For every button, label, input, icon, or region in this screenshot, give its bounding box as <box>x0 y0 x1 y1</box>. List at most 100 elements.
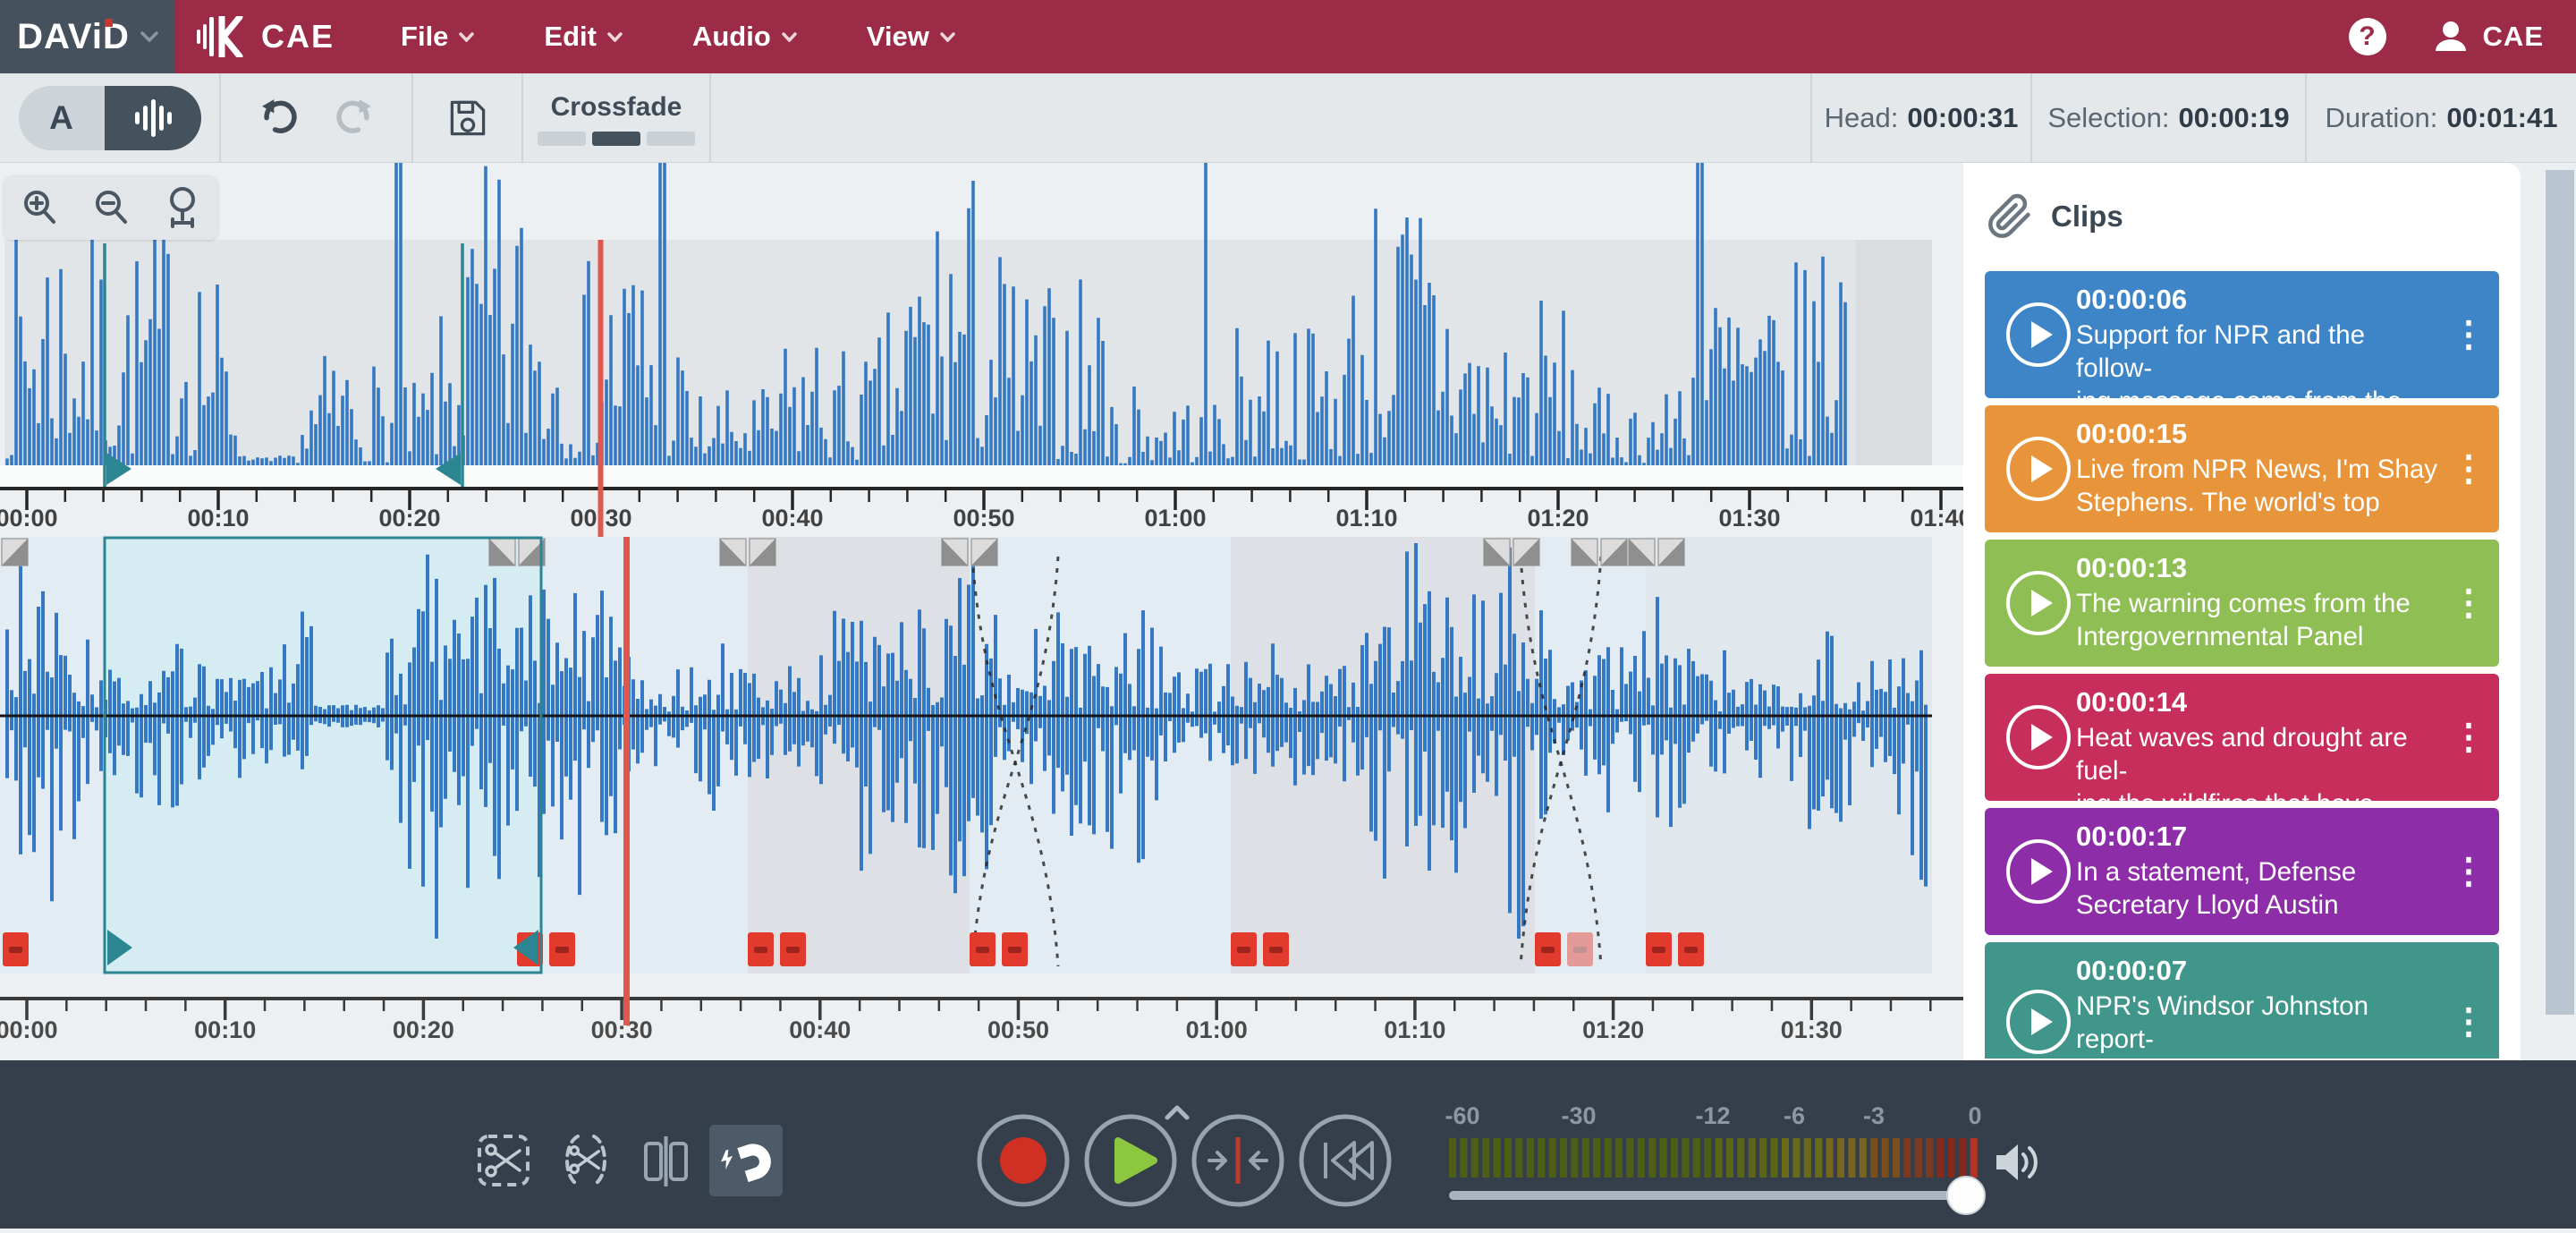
clip-card-4[interactable]: 00:00:14 Heat waves and drought are fuel… <box>1985 674 2499 801</box>
clip-play-button[interactable] <box>2006 990 2071 1054</box>
main-menus: File Edit Audio View <box>401 21 955 53</box>
snap-magnet-button[interactable] <box>709 1125 783 1196</box>
redo-icon <box>333 98 372 138</box>
menu-edit[interactable]: Edit <box>544 21 623 53</box>
undo-icon <box>261 98 301 138</box>
menu-file-label: File <box>401 21 448 53</box>
meter-segment <box>1638 1138 1645 1178</box>
clip-region[interactable] <box>970 537 1231 974</box>
meter-segment <box>1471 1138 1479 1178</box>
edit-marker[interactable] <box>1646 932 1672 966</box>
fade-handle-pair[interactable] <box>0 539 28 565</box>
overview-playhead[interactable] <box>598 240 604 537</box>
clip-region[interactable] <box>1535 537 1646 974</box>
text-mode-button[interactable]: A <box>19 86 105 150</box>
play-button[interactable] <box>1087 1108 1187 1204</box>
play-options-caret[interactable] <box>1167 1108 1187 1118</box>
meter-segment <box>1560 1138 1567 1178</box>
clip-menu-button[interactable]: ⋮ <box>2451 317 2487 353</box>
record-button[interactable] <box>979 1117 1067 1204</box>
clip-duration: 00:00:06 <box>2076 284 2445 316</box>
clip-menu-button[interactable]: ⋮ <box>2451 585 2487 621</box>
clip-card-3[interactable]: 00:00:13 The warning comes from the Inte… <box>1985 540 2499 667</box>
save-button[interactable] <box>448 98 487 138</box>
crossfade-seg-mid[interactable] <box>592 132 640 146</box>
duration-label: Duration: <box>2326 102 2438 134</box>
overview-ruler-label: 01:00 <box>1144 505 1206 531</box>
help-icon[interactable]: ? <box>2349 18 2386 55</box>
menu-edit-label: Edit <box>544 21 597 53</box>
crossfade-seg-high[interactable] <box>647 132 695 146</box>
clip-card-5[interactable]: 00:00:17 In a statement, Defense Secreta… <box>1985 808 2499 935</box>
menu-file[interactable]: File <box>401 21 474 53</box>
overview-ruler-label: 00:00 <box>0 505 58 531</box>
level-meter: -60-30-12-6-30 <box>1445 1102 1981 1178</box>
cut-selection-button[interactable] <box>479 1136 528 1185</box>
overview-ruler-line <box>0 487 1963 490</box>
chevron-down-icon <box>607 32 623 42</box>
waveform-canvas[interactable]: 00:0000:1000:2000:3000:4000:5001:0001:10… <box>0 163 1963 1060</box>
main-ruler-label: 01:00 <box>1186 1016 1248 1043</box>
menu-audio[interactable]: Audio <box>692 21 797 53</box>
volume-slider[interactable] <box>1449 1177 1985 1214</box>
redo-button[interactable] <box>333 98 372 138</box>
clip-card-1[interactable]: 00:00:06 Support for NPR and the follow-… <box>1985 271 2499 398</box>
meter-segment <box>1870 1138 1877 1178</box>
speaker-icon <box>1996 1144 2036 1180</box>
clip-card-2[interactable]: 00:00:15 Live from NPR News, I'm Shay St… <box>1985 405 2499 532</box>
edit-marker[interactable] <box>1231 932 1257 966</box>
edit-marker[interactable] <box>549 932 575 966</box>
volume-slider-knob[interactable] <box>1947 1177 1985 1214</box>
edit-marker[interactable] <box>1263 932 1289 966</box>
split-clip-button[interactable] <box>646 1136 686 1186</box>
edit-marker[interactable] <box>780 932 806 966</box>
main-playhead[interactable] <box>623 537 630 1025</box>
zoom-fit-icon <box>164 187 201 228</box>
undo-button[interactable] <box>261 98 301 138</box>
edit-marker[interactable] <box>1535 932 1561 966</box>
clip-play-button[interactable] <box>2006 302 2071 367</box>
crossfade-slider[interactable] <box>538 132 695 146</box>
mute-button[interactable] <box>1996 1144 2036 1180</box>
zoom-out-button[interactable] <box>92 189 130 226</box>
clips-scrollbar-thumb[interactable] <box>2546 170 2574 1015</box>
clip-card-6[interactable]: 00:00:07 NPR's Windsor Johnston report- … <box>1985 942 2499 1059</box>
crossfade-seg-low[interactable] <box>538 132 586 146</box>
clip-play-button[interactable] <box>2006 437 2071 501</box>
meter-segment <box>1449 1138 1456 1178</box>
edit-marker[interactable] <box>748 932 774 966</box>
clip-play-button[interactable] <box>2006 705 2071 770</box>
play-icon <box>2031 455 2053 482</box>
meter-segment <box>1737 1138 1744 1178</box>
app-logo: DAViD <box>17 17 130 57</box>
edit-marker[interactable] <box>970 932 996 966</box>
clip-duration: 00:00:17 <box>2076 821 2445 853</box>
clip-play-button[interactable] <box>2006 839 2071 904</box>
clip-menu-button[interactable]: ⋮ <box>2451 719 2487 755</box>
overview-ruler-label: 01:40 <box>1910 505 1963 531</box>
trim-selection-button[interactable] <box>567 1136 605 1185</box>
logo-accent-dot <box>105 19 113 27</box>
clip-play-button[interactable] <box>2006 571 2071 635</box>
clip-menu-button[interactable]: ⋮ <box>2451 1004 2487 1040</box>
edit-marker[interactable] <box>1678 932 1704 966</box>
app-logo-menu[interactable]: DAViD <box>0 0 175 73</box>
main-ruler-label: 01:30 <box>1781 1016 1843 1043</box>
goto-playhead-button[interactable] <box>1194 1117 1282 1204</box>
user-menu[interactable]: CAE <box>2433 19 2544 55</box>
rewind-start-button[interactable] <box>1301 1117 1389 1204</box>
clip-menu-button[interactable]: ⋮ <box>2451 854 2487 889</box>
main-ruler-label: 01:10 <box>1384 1016 1445 1043</box>
waveform-mode-button[interactable] <box>105 86 201 150</box>
clip-duration: 00:00:15 <box>2076 418 2445 450</box>
scissors-icon <box>487 1145 520 1176</box>
edit-marker[interactable] <box>1002 932 1028 966</box>
clip-menu-button[interactable]: ⋮ <box>2451 451 2487 487</box>
menu-view[interactable]: View <box>867 21 955 53</box>
edit-marker[interactable] <box>3 932 29 966</box>
meter-segment <box>1626 1138 1633 1178</box>
zoom-fit-button[interactable] <box>164 187 201 228</box>
zoom-in-button[interactable] <box>21 189 58 226</box>
clip-transcript: In a statement, Defense Secretary Lloyd … <box>2076 855 2445 922</box>
edit-marker[interactable] <box>1567 932 1593 966</box>
